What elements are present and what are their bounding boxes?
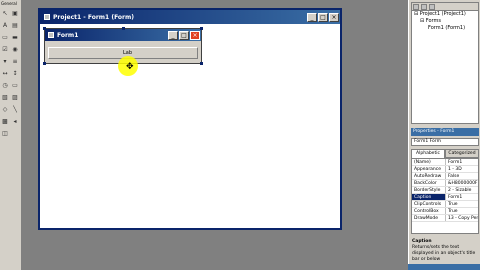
view-object-icon[interactable] [421,4,427,10]
tree-item-form1[interactable]: Form1 (Form1) [414,25,478,32]
line-icon[interactable]: ╲ [11,106,19,114]
maximize-button[interactable]: □ [179,30,189,40]
combobox-icon[interactable]: ▾ [1,58,9,66]
optionbutton-icon[interactable]: ◉ [11,46,19,54]
close-button[interactable]: × [329,12,339,22]
property-description: Caption Returns/sets the text displayed … [411,238,479,262]
resize-handle[interactable] [200,27,203,30]
image-icon[interactable]: ▩ [1,118,9,126]
designer-title: Project1 - Form1 (Form) [53,13,134,21]
view-code-icon[interactable] [413,4,419,10]
property-row[interactable]: DrawMode 13 - Copy Pen [412,215,478,222]
properties-title: Properties - Form1 [411,128,479,136]
form-icon [44,14,50,20]
toolbox: General ↖ ▣ A ▤ ▭ ▬ ☑ ◉ ▾ ≡ ↔ ↕ ◷ ▭ ▧ ▨ … [0,0,22,270]
properties-tabs: Alphabetic Categorized [411,149,479,158]
designer-titlebar[interactable]: Project1 - Form1 (Form) _ □ × [40,10,340,24]
textbox-icon[interactable]: ▤ [11,22,19,30]
project-toolbar [412,3,478,11]
maximize-button[interactable]: □ [318,12,328,22]
picturebox-icon[interactable]: ▣ [11,10,19,18]
form-icon [48,32,54,38]
property-row[interactable]: BorderStyle 2 - Sizable [412,187,478,194]
dirlist-icon[interactable]: ▧ [1,94,9,102]
minimize-button[interactable]: _ [168,30,178,40]
vscroll-icon[interactable]: ↕ [11,70,19,78]
tab-categorized[interactable]: Categorized [445,149,479,158]
project-explorer: ⊟ Project1 (Project1) ⊟ Forms Form1 (For… [411,2,479,124]
property-row[interactable]: BackColor &H8000000F [412,180,478,187]
toolbox-title: General [0,0,21,8]
listbox-icon[interactable]: ≡ [11,58,19,66]
description-text: Returns/sets the text displayed in an ob… [412,245,476,262]
resize-handle[interactable] [43,62,46,65]
property-row[interactable]: ClipControls True [412,201,478,208]
commandbutton-icon[interactable]: ▬ [11,34,19,42]
form1-title: Form1 [57,31,79,39]
form-layout-bar [408,264,480,270]
move-cursor-icon: ✥ [126,62,134,72]
resize-handle[interactable] [43,27,46,30]
right-pane: ⊟ Project1 (Project1) ⊟ Forms Form1 (For… [408,0,480,270]
property-row[interactable]: (Name) Form1 [412,159,478,166]
tree-item-forms[interactable]: ⊟ Forms [414,18,478,25]
filelist-icon[interactable]: ▨ [11,94,19,102]
resize-handle[interactable] [122,27,125,30]
data-icon[interactable]: ◂ [11,118,19,126]
property-row[interactable]: AutoRedraw False [412,173,478,180]
drivelist-icon[interactable]: ▭ [11,82,19,90]
label-icon[interactable]: A [1,22,9,30]
tab-alphabetic[interactable]: Alphabetic [411,149,445,158]
property-row[interactable]: ControlBox True [412,208,478,215]
property-row[interactable]: Appearance 1 - 3D [412,166,478,173]
property-row-selected[interactable]: Caption Form1 [412,194,478,201]
project-tree: ⊟ Project1 (Project1) ⊟ Forms Form1 (For… [412,11,478,32]
tree-item-project[interactable]: ⊟ Project1 (Project1) [414,11,478,18]
timer-icon[interactable]: ◷ [1,82,9,90]
minimize-button[interactable]: _ [307,12,317,22]
resize-handle[interactable] [200,62,203,65]
shape-icon[interactable]: ◇ [1,106,9,114]
ole-icon[interactable]: ◫ [1,130,9,138]
close-button[interactable]: × [190,30,200,40]
frame-icon[interactable]: ▭ [1,34,9,42]
toggle-folders-icon[interactable] [429,4,435,10]
hscroll-icon[interactable]: ↔ [1,70,9,78]
properties-grid: (Name) Form1 Appearance 1 - 3D AutoRedraw F… [411,158,479,234]
checkbox-icon[interactable]: ☑ [1,46,9,54]
object-selector[interactable]: Form1 Form [411,138,479,146]
pointer-icon[interactable]: ↖ [1,10,9,18]
form1-titlebar[interactable]: Form1 _ □ × [45,29,201,41]
